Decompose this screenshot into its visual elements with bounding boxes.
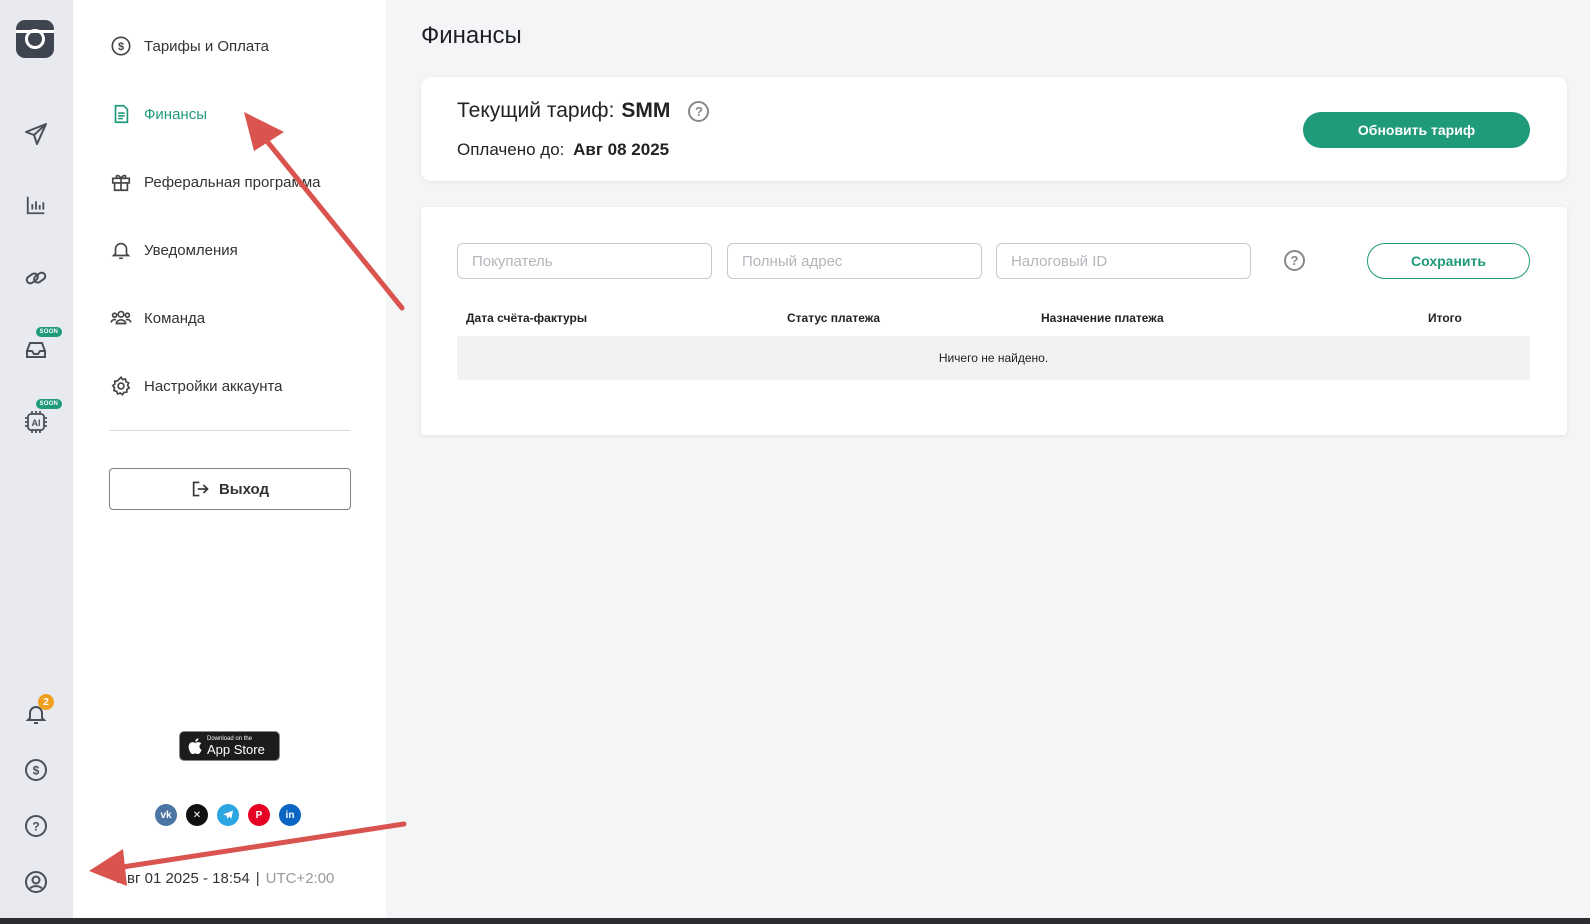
- notification-count-badge: 2: [38, 694, 54, 710]
- linkedin-icon[interactable]: in: [279, 804, 301, 826]
- social-links: vk ✕ P in: [155, 804, 301, 826]
- dollar-circle-icon[interactable]: $: [18, 752, 54, 788]
- help-icon[interactable]: ?: [688, 100, 710, 122]
- tax-id-input[interactable]: [996, 243, 1251, 279]
- current-datetime: Авг 01 2025 - 18:54: [117, 870, 250, 887]
- menu-item-label: Реферальная программа: [144, 173, 321, 191]
- menu-item-label: Команда: [144, 309, 206, 327]
- user-circle-icon[interactable]: [18, 864, 54, 900]
- help-icon[interactable]: ?: [1284, 250, 1305, 271]
- save-button[interactable]: Сохранить: [1367, 243, 1530, 279]
- logout-button[interactable]: Выход: [109, 468, 351, 510]
- table-empty-row: Ничего не найдено.: [457, 336, 1530, 380]
- svg-text:AI: AI: [32, 418, 41, 428]
- ai-chip-icon[interactable]: AI SOON: [18, 399, 62, 440]
- menu-item-label: Уведомления: [144, 241, 238, 259]
- column-header-invoice-date: Дата счёта-фактуры: [466, 311, 588, 325]
- bell-icon: [111, 242, 131, 260]
- bell-icon[interactable]: 2: [18, 694, 54, 732]
- timezone-label[interactable]: UTC+2:00: [266, 870, 335, 887]
- menu-item-label: Настройки аккаунта: [144, 377, 283, 395]
- logout-icon: [192, 481, 209, 497]
- column-header-payment-purpose: Назначение платежа: [1041, 311, 1164, 325]
- team-icon: [110, 310, 132, 325]
- app-store-badge[interactable]: Download on the App Store: [179, 731, 280, 761]
- svg-text:$: $: [118, 41, 124, 53]
- page-title: Финансы: [421, 22, 522, 49]
- column-header-payment-status: Статус платежа: [787, 311, 881, 325]
- buyer-input[interactable]: [457, 243, 712, 279]
- help-circle-icon[interactable]: ?: [18, 808, 54, 844]
- tariff-value: SMM: [621, 99, 671, 122]
- app-logo-icon[interactable]: [16, 20, 54, 58]
- full-address-input[interactable]: [727, 243, 982, 279]
- soon-badge: SOON: [35, 399, 62, 409]
- svg-text:$: $: [33, 764, 40, 778]
- menu-item-tariffs[interactable]: $ Тарифы и Оплата: [110, 34, 269, 58]
- settings-panel: $ Тарифы и Оплата Финансы Реферальная пр…: [73, 0, 386, 918]
- analytics-icon[interactable]: [18, 187, 54, 223]
- menu-item-label: Финансы: [144, 105, 207, 123]
- menu-item-finances[interactable]: Финансы: [110, 102, 207, 126]
- billing-details-card: ? Сохранить Дата счёта-фактуры Статус пл…: [421, 207, 1567, 435]
- telegram-icon[interactable]: [217, 804, 239, 826]
- inbox-icon[interactable]: SOON: [18, 327, 62, 368]
- tariff-line: Текущий тариф: SMM ?: [457, 99, 710, 123]
- menu-item-account-settings[interactable]: Настройки аккаунта: [110, 374, 283, 398]
- upgrade-tariff-button[interactable]: Обновить тариф: [1303, 112, 1530, 148]
- svg-text:?: ?: [32, 820, 39, 834]
- paid-until-line: Оплачено до: Авг 08 2025: [457, 140, 669, 160]
- tariff-label: Текущий тариф:: [457, 99, 615, 122]
- pinterest-icon[interactable]: P: [248, 804, 270, 826]
- current-tariff-card: Текущий тариф: SMM ? Оплачено до: Авг 08…: [421, 77, 1567, 181]
- app-store-large-text: App Store: [207, 742, 265, 757]
- document-icon: [114, 104, 129, 124]
- vk-icon[interactable]: vk: [155, 804, 177, 826]
- column-header-total: Итого: [1428, 311, 1462, 325]
- menu-divider: [109, 430, 350, 431]
- link-icon[interactable]: [18, 260, 54, 296]
- dollar-circle-icon: $: [111, 36, 131, 56]
- menu-item-team[interactable]: Команда: [110, 306, 205, 330]
- menu-item-notifications[interactable]: Уведомления: [110, 238, 238, 262]
- bottom-bar: [0, 918, 1590, 924]
- logout-label: Выход: [218, 480, 270, 498]
- paid-until-label: Оплачено до:: [457, 140, 565, 159]
- gear-icon: [111, 376, 131, 396]
- apple-icon: [188, 738, 202, 754]
- menu-item-referral[interactable]: Реферальная программа: [110, 170, 320, 194]
- send-icon[interactable]: [18, 116, 54, 152]
- soon-badge: SOON: [35, 327, 62, 337]
- gift-icon: [111, 174, 131, 192]
- menu-item-label: Тарифы и Оплата: [144, 37, 269, 55]
- x-icon[interactable]: ✕: [186, 804, 208, 826]
- paid-until-value: Авг 08 2025: [573, 140, 670, 159]
- footer-datetime: Авг 01 2025 - 18:54 | UTC+2:00: [117, 870, 334, 887]
- datetime-separator: |: [255, 870, 260, 887]
- icon-rail: SOON AI SOON 2 $ ?: [0, 0, 73, 918]
